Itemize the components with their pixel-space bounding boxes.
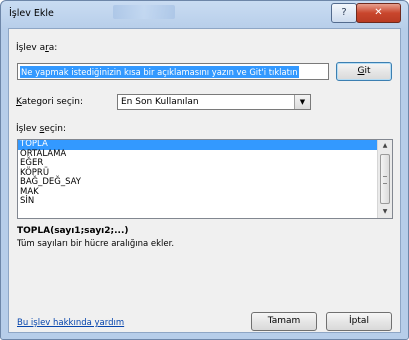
list-item[interactable]: BAĞ_DEĞ_SAY xyxy=(18,177,380,188)
insert-function-dialog: İşlev Ekle ? ✕ İşlev ara: Ne yapmak iste… xyxy=(0,0,409,340)
close-icon: ✕ xyxy=(374,7,383,18)
cancel-button[interactable]: İptal xyxy=(326,312,392,331)
help-link[interactable]: Bu işlev hakkında yardım xyxy=(17,318,124,328)
scrollbar-thumb[interactable] xyxy=(380,154,390,204)
list-item[interactable]: SİN xyxy=(18,196,380,207)
chevron-down-icon[interactable]: ▼ xyxy=(294,95,310,109)
list-item[interactable]: TOPLA xyxy=(18,140,380,150)
category-value: En Son Kullanılan xyxy=(121,97,199,107)
function-list-label: İşlev seçin: xyxy=(16,124,67,134)
title-bar[interactable]: İşlev Ekle ? ✕ xyxy=(1,1,408,27)
go-button[interactable]: Git xyxy=(336,62,392,81)
list-item[interactable]: ORTALAMA xyxy=(18,149,380,160)
category-label: Kategori seçin: xyxy=(16,97,84,107)
search-label: İşlev ara: xyxy=(16,43,58,53)
list-scrollbar[interactable]: ▲ ▼ xyxy=(377,140,392,218)
grip-icon xyxy=(383,176,387,184)
function-list[interactable]: TOPLA ORTALAMA EĞER KÖPRÜ BAĞ_DEĞ_SAY MAK SİN … xyxy=(17,139,393,219)
close-button[interactable]: ✕ xyxy=(356,3,401,23)
list-item[interactable]: EĞER xyxy=(18,158,380,169)
scroll-up-icon[interactable]: ▲ xyxy=(378,140,392,152)
category-select[interactable]: En Son Kullanılan ▼ xyxy=(117,94,311,110)
window-title: İşlev Ekle xyxy=(9,8,54,19)
help-icon: ? xyxy=(341,7,347,18)
scroll-down-icon[interactable]: ▼ xyxy=(378,206,392,218)
dialog-body: İşlev ara: Ne yapmak istediğinizin kısa … xyxy=(8,28,401,333)
list-item[interactable]: MAK xyxy=(18,187,380,198)
search-input[interactable]: Ne yapmak istediğinizin kısa bir açıklam… xyxy=(17,63,329,80)
title-bar-glare xyxy=(113,5,175,19)
search-input-text: Ne yapmak istediğinizin kısa bir açıklam… xyxy=(20,66,299,78)
ok-button[interactable]: Tamam xyxy=(251,312,317,331)
function-syntax: TOPLA(sayı1;sayı2;...) xyxy=(17,226,129,236)
function-description: Tüm sayıları bir hücre aralığına ekler. xyxy=(17,239,175,249)
help-button[interactable]: ? xyxy=(331,3,357,23)
